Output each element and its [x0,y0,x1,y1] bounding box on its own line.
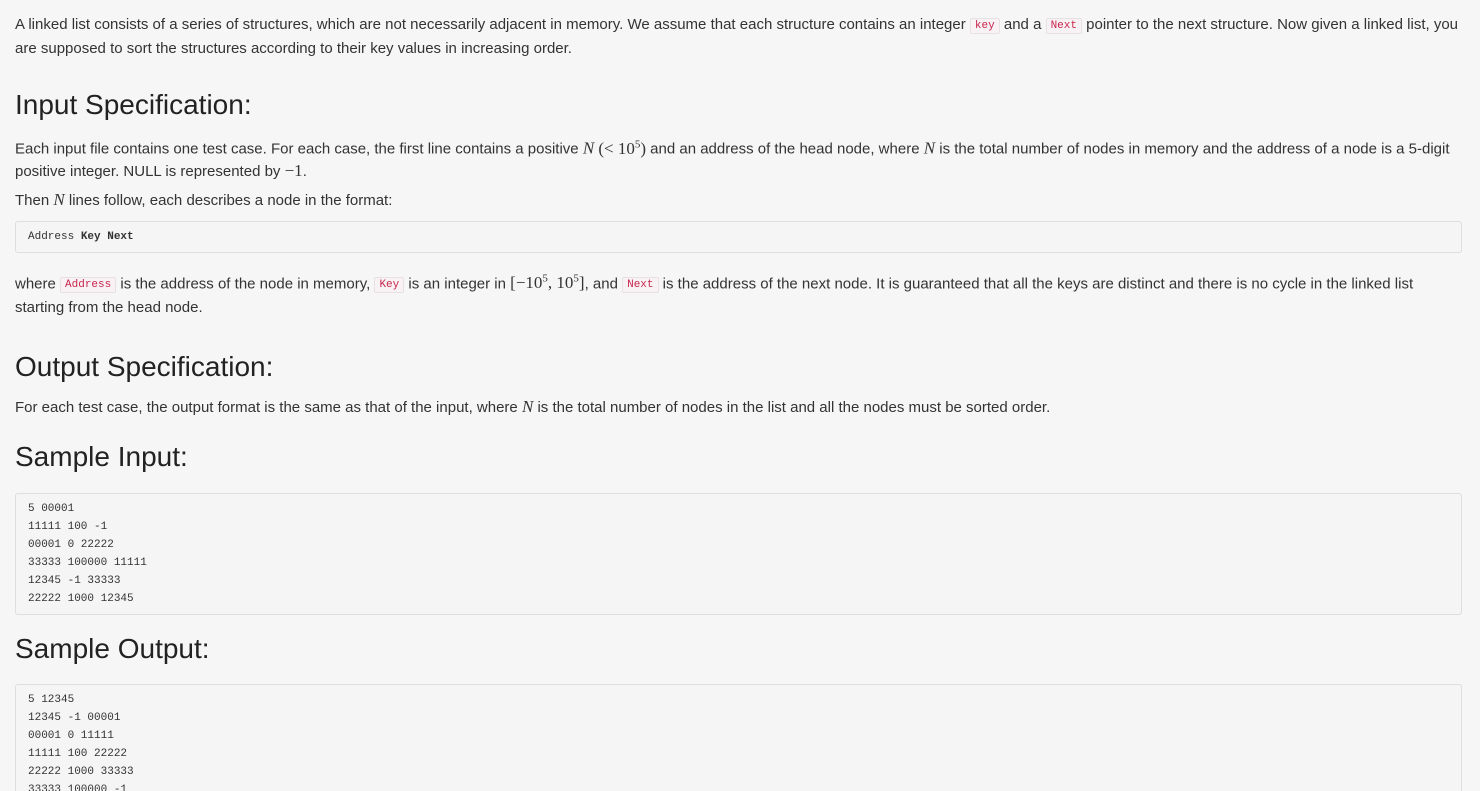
code-key: Key [374,277,405,294]
sample-input-line: 22222 1000 12345 [28,593,134,606]
spec-text: Then [15,191,54,209]
sample-input-line: 5 00001 [28,503,75,516]
spec-text: where [15,275,61,293]
sample-output-line: 11111 100 22222 [28,748,128,761]
input-field-description: where Address is the address of the node… [15,269,1462,319]
code-address: Address [60,277,117,294]
spec-text: For each test case, the output format is… [15,399,522,417]
format-next: Next [107,230,134,243]
sample-output-heading: Sample Output: [15,633,210,665]
sample-output-line: 00001 0 11111 [28,730,114,743]
sample-input-line: 33333 100000 11111 [28,557,147,570]
sample-input-heading: Sample Input: [15,441,188,473]
spec-text: is an integer in [404,275,511,293]
problem-description: A linked list consists of a series of st… [15,0,1462,59]
code-next: Next [1045,18,1082,34]
math-lt: (< 10 [598,138,635,158]
spec-text: is the total number of nodes in the list… [533,399,1051,417]
spec-text: Each input file contains one test case. … [15,140,583,158]
problem-page: A linked list consists of a series of st… [0,0,1480,791]
math-bound: (< 105) [598,138,646,158]
sample-input-block[interactable]: 5 00001 11111 100 -1 00001 0 22222 33333 10… [15,493,1462,616]
format-address: Address [28,230,81,243]
description-text: and a [999,16,1046,33]
output-spec-paragraph: For each test case, the output format is… [15,396,1462,418]
format-key: Key [80,230,101,243]
output-spec-heading: Output Specification: [15,351,274,383]
math-n: N [923,138,936,158]
math-n: N [582,138,595,158]
code-next: Next [622,277,659,294]
sample-input-line: 11111 100 -1 [28,521,108,534]
spec-text: is the address of the node in memory, [116,275,375,293]
spec-text: and an address of the head node, where [646,140,924,158]
sample-output-line: 33333 100000 -1 [28,784,128,791]
math-n: N [53,189,65,209]
math-n: N [521,397,534,417]
sample-output-line: 12345 -1 00001 [28,712,121,725]
input-format-intro: Then N lines follow, each describes a no… [15,189,1462,211]
math-range-mid: , 10 [547,273,574,293]
spec-text: , and [584,275,623,293]
sample-output-line: 5 12345 [28,694,75,707]
node-format-block: Address Key Next [15,220,1462,253]
code-key: key [969,18,1000,34]
description-text: A linked list consists of a series of st… [15,16,970,33]
spec-text: . [302,162,307,180]
input-spec-paragraph: Each input file contains one test case. … [15,134,1462,182]
input-spec-heading: Input Specification: [15,89,252,120]
sample-input-line: 00001 0 22222 [28,539,114,552]
math-range-open: [−10 [510,273,543,293]
sample-output-block[interactable]: 5 12345 12345 -1 00001 00001 0 11111 11111 … [15,684,1462,791]
sample-input-line: 12345 -1 33333 [28,575,121,588]
sample-output-line: 22222 1000 33333 [28,766,134,779]
math-range: [−105, 105] [510,273,584,293]
spec-text: lines follow, each describes a node in t… [64,191,393,209]
math-minus-one: −1 [284,160,303,180]
